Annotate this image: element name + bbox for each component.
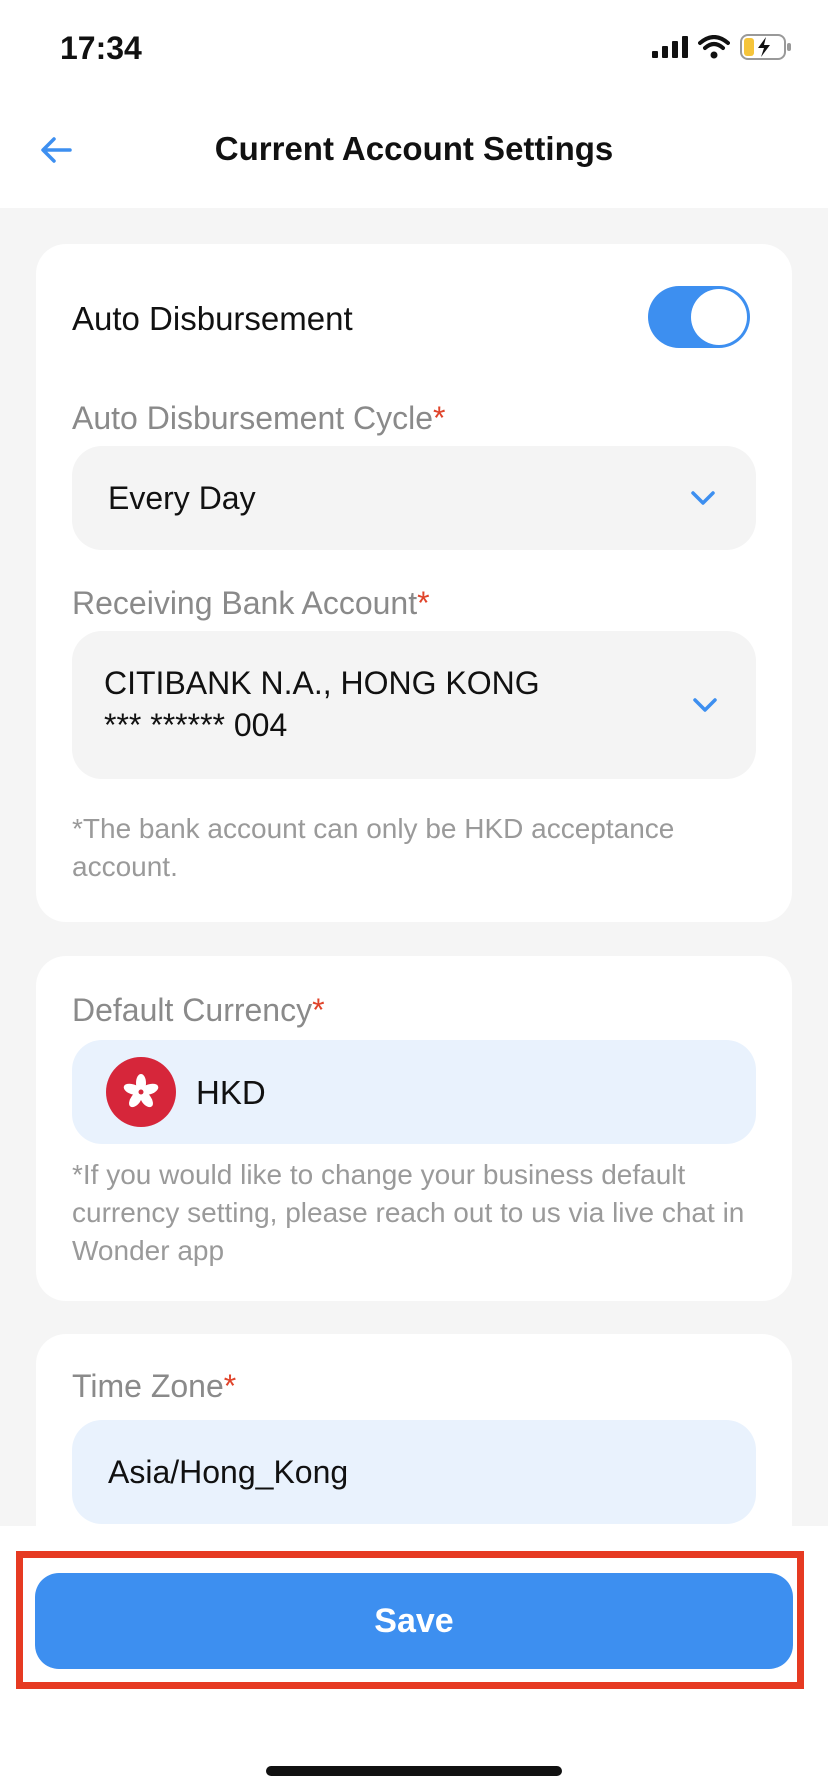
currency-note: *If you would like to change your busine… [72, 1159, 745, 1266]
bank-account-select[interactable]: CITIBANK N.A., HONG KONG *** ****** 004 [72, 631, 756, 779]
auto-disbursement-toggle[interactable] [648, 286, 750, 348]
currency-label: Default Currency* [72, 992, 325, 1029]
currency-value: HKD [196, 1074, 266, 1111]
cycle-value: Every Day [108, 480, 256, 516]
bank-label: Receiving Bank Account* [72, 585, 430, 622]
page-title: Current Account Settings [214, 130, 614, 167]
required-mark: * [223, 1368, 237, 1404]
home-indicator [266, 1766, 562, 1776]
default-currency-card: Default Currency* HKD *If you would like… [36, 956, 792, 1301]
auto-disbursement-card: Auto Disbursement Auto Disbursement Cycl… [36, 244, 792, 922]
cycle-label-text: Auto Disbursement Cycle [72, 400, 434, 436]
bank-label-text: Receiving Bank Account [72, 585, 418, 621]
chevron-down-icon [693, 698, 717, 712]
chevron-down-icon [691, 491, 715, 505]
status-icons [652, 34, 792, 60]
time-zone-field: Asia/Hong_Kong [72, 1420, 756, 1524]
bank-number: *** ****** 004 [104, 707, 288, 743]
battery-charging-icon [740, 34, 791, 60]
top-bar: 17:34 Current Account Settings [0, 0, 828, 208]
cycle-label: Auto Disbursement Cycle* [72, 400, 445, 437]
wifi-icon [698, 35, 730, 59]
required-mark: * [433, 400, 446, 436]
toggle-knob [691, 289, 747, 345]
status-time: 17:34 [60, 30, 142, 66]
bank-note: *The bank account can only be HKD accept… [72, 813, 675, 882]
hong-kong-flag-icon [106, 1057, 176, 1127]
bank-name: CITIBANK N.A., HONG KONG [104, 665, 540, 701]
cycle-select[interactable]: Every Day [72, 446, 756, 550]
time-zone-label: Time Zone* [72, 1368, 236, 1405]
currency-field: HKD [72, 1040, 756, 1144]
required-mark: * [312, 992, 325, 1028]
save-button[interactable]: Save [35, 1573, 793, 1669]
time-zone-value: Asia/Hong_Kong [108, 1454, 349, 1490]
time-zone-label-text: Time Zone [72, 1368, 224, 1404]
auto-disbursement-label: Auto Disbursement [72, 300, 353, 337]
required-mark: * [417, 585, 430, 621]
currency-label-text: Default Currency [72, 992, 313, 1028]
signal-icon [652, 36, 688, 58]
